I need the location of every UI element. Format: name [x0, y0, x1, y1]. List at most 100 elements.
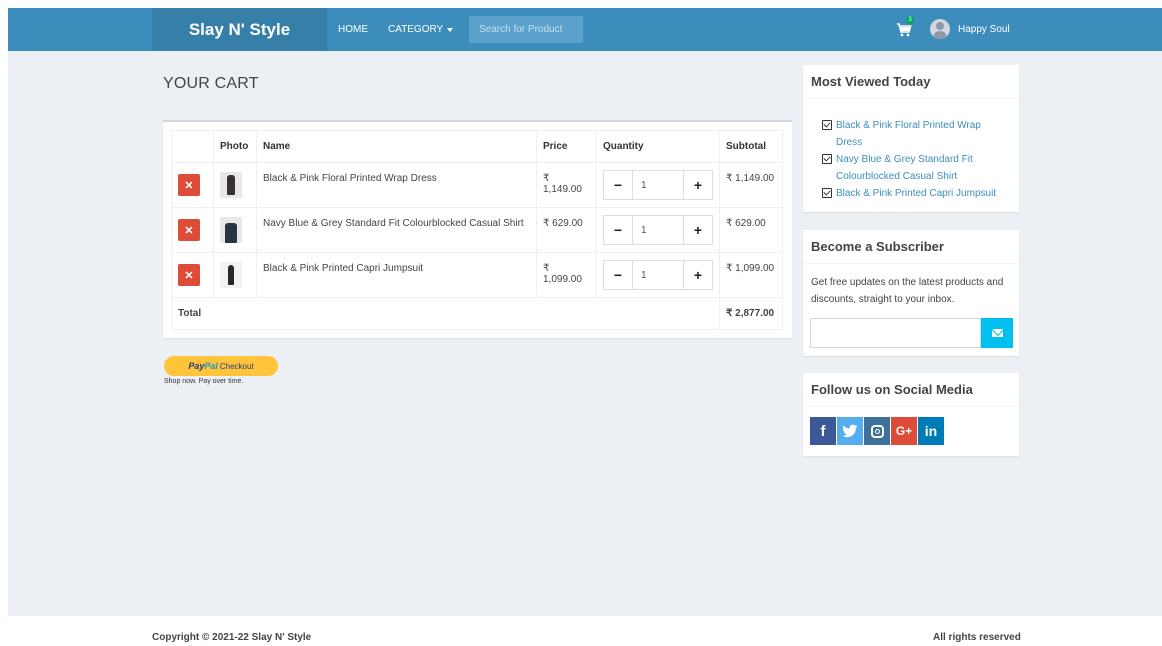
social-icons-row: f G+ in — [803, 407, 1019, 455]
decrease-quantity-button[interactable]: − — [604, 261, 632, 289]
remove-item-button[interactable]: ✕ — [178, 264, 200, 286]
subscribe-email-input[interactable] — [810, 318, 981, 348]
photo-cell — [213, 207, 257, 253]
list-item: Black & Pink Floral Printed Wrap Dress — [822, 117, 1009, 151]
cart-button[interactable]: 3 — [896, 16, 918, 40]
cart-count-badge: 3 — [906, 16, 914, 24]
search-input[interactable] — [469, 16, 583, 43]
most-viewed-link[interactable]: Black & Pink Printed Capri Jumpsuit — [836, 185, 996, 202]
avatar — [930, 19, 950, 39]
caret-down-icon — [447, 27, 454, 32]
quantity-stepper: − + — [603, 260, 713, 290]
social-media-box: Follow us on Social Media f G+ in — [803, 373, 1019, 456]
column-header-subtotal: Subtotal — [719, 130, 783, 163]
remove-cell: ✕ — [171, 207, 214, 253]
remove-cell: ✕ — [171, 162, 214, 208]
product-thumbnail[interactable] — [220, 172, 242, 198]
remove-item-button[interactable]: ✕ — [178, 174, 200, 196]
quantity-cell: − + — [596, 162, 720, 208]
google-plus-icon[interactable]: G+ — [891, 417, 917, 445]
product-subtotal: ₹ 1,099.00 — [719, 252, 783, 298]
paypal-checkout-label: Checkout — [219, 361, 254, 371]
twitter-bird-icon — [842, 424, 858, 438]
increase-quantity-button[interactable]: + — [684, 216, 712, 244]
column-header-remove — [171, 130, 214, 163]
product-thumbnail[interactable] — [220, 217, 242, 243]
user-menu[interactable]: Happy Soul — [930, 18, 1010, 40]
twitter-icon[interactable] — [837, 417, 863, 445]
product-subtotal: ₹ 1,149.00 — [719, 162, 783, 208]
brand-logo[interactable]: Slay N' Style — [152, 8, 327, 51]
paypal-tagline: Shop now. Pay over time. — [164, 378, 244, 385]
instagram-icon[interactable] — [864, 417, 890, 445]
close-icon: ✕ — [184, 224, 194, 237]
social-media-title: Follow us on Social Media — [803, 373, 1019, 407]
column-header-quantity: Quantity — [596, 130, 720, 163]
table-row: ✕ Black & Pink Floral Printed Wrap Dress… — [171, 162, 783, 208]
remove-item-button[interactable]: ✕ — [178, 219, 200, 241]
column-header-price: Price — [536, 130, 597, 163]
decrease-quantity-button[interactable]: − — [604, 171, 632, 199]
paypal-logo-pay: Pay — [188, 361, 205, 371]
list-item: Navy Blue & Grey Standard Fit Colourbloc… — [822, 151, 1009, 185]
paypal-checkout-button[interactable]: PayPal Checkout — [164, 356, 278, 376]
paypal-logo: PayPal — [188, 361, 218, 371]
most-viewed-title: Most Viewed Today — [803, 65, 1019, 99]
close-icon: ✕ — [184, 179, 194, 192]
shopping-cart-icon — [897, 23, 912, 37]
nav-category-dropdown[interactable]: CATEGORY — [388, 8, 454, 51]
quantity-input[interactable] — [632, 261, 684, 289]
check-square-icon — [822, 120, 832, 130]
user-name: Happy Soul — [958, 23, 1010, 35]
subscriber-description: Get free updates on the latest products … — [811, 277, 1004, 305]
subscriber-title: Become a Subscriber — [803, 230, 1019, 264]
increase-quantity-button[interactable]: + — [684, 261, 712, 289]
cart-table: Photo Name Price Quantity Subtotal ✕ Bla… — [171, 130, 783, 330]
close-icon: ✕ — [184, 269, 194, 282]
top-navbar: Slay N' Style HOME CATEGORY 3 Happy Soul — [8, 8, 1162, 51]
column-header-name: Name — [256, 130, 537, 163]
product-price: ₹ 1,149.00 — [536, 162, 597, 208]
product-thumbnail[interactable] — [220, 262, 242, 288]
photo-cell — [213, 162, 257, 208]
product-price: ₹ 629.00 — [536, 207, 597, 253]
most-viewed-link[interactable]: Navy Blue & Grey Standard Fit Colourbloc… — [836, 151, 1009, 185]
facebook-icon[interactable]: f — [810, 417, 836, 445]
cart-box: Photo Name Price Quantity Subtotal ✕ Bla… — [163, 120, 792, 338]
linkedin-icon[interactable]: in — [918, 417, 944, 445]
nav-home-link[interactable]: HOME — [338, 8, 368, 51]
photo-cell — [213, 252, 257, 298]
list-item: Black & Pink Printed Capri Jumpsuit — [822, 185, 1009, 202]
quantity-input[interactable] — [632, 216, 684, 244]
product-name: Black & Pink Floral Printed Wrap Dress — [256, 162, 537, 208]
rights-text: All rights reserved — [933, 632, 1021, 643]
page-footer: Copyright © 2021-22 Slay N' Style All ri… — [0, 616, 1162, 646]
product-name: Navy Blue & Grey Standard Fit Colourbloc… — [256, 207, 537, 253]
column-header-photo: Photo — [213, 130, 257, 163]
subscriber-box: Become a Subscriber Get free updates on … — [803, 230, 1019, 356]
product-subtotal: ₹ 629.00 — [719, 207, 783, 253]
subscribe-button[interactable] — [981, 318, 1013, 348]
decrease-quantity-button[interactable]: − — [604, 216, 632, 244]
product-price: ₹ 1,099.00 — [536, 252, 597, 298]
quantity-stepper: − + — [603, 170, 713, 200]
paypal-logo-pal: Pal — [204, 361, 218, 371]
envelope-icon — [991, 329, 1003, 337]
product-name: Black & Pink Printed Capri Jumpsuit — [256, 252, 537, 298]
nav-category-label: CATEGORY — [388, 24, 444, 35]
page-title: YOUR CART — [163, 75, 259, 92]
quantity-input[interactable] — [632, 171, 684, 199]
table-header-row: Photo Name Price Quantity Subtotal — [171, 130, 783, 163]
check-square-icon — [822, 188, 832, 198]
total-label: Total — [171, 297, 720, 330]
copyright-text: Copyright © 2021-22 Slay N' Style — [152, 632, 312, 643]
most-viewed-link[interactable]: Black & Pink Floral Printed Wrap Dress — [836, 117, 1009, 151]
increase-quantity-button[interactable]: + — [684, 171, 712, 199]
quantity-cell: − + — [596, 252, 720, 298]
quantity-cell: − + — [596, 207, 720, 253]
most-viewed-list: Black & Pink Floral Printed Wrap Dress N… — [803, 99, 1019, 202]
subscribe-form — [810, 318, 1013, 348]
total-value: ₹ 2,877.00 — [719, 297, 783, 330]
remove-cell: ✕ — [171, 252, 214, 298]
total-row: Total ₹ 2,877.00 — [171, 297, 783, 330]
